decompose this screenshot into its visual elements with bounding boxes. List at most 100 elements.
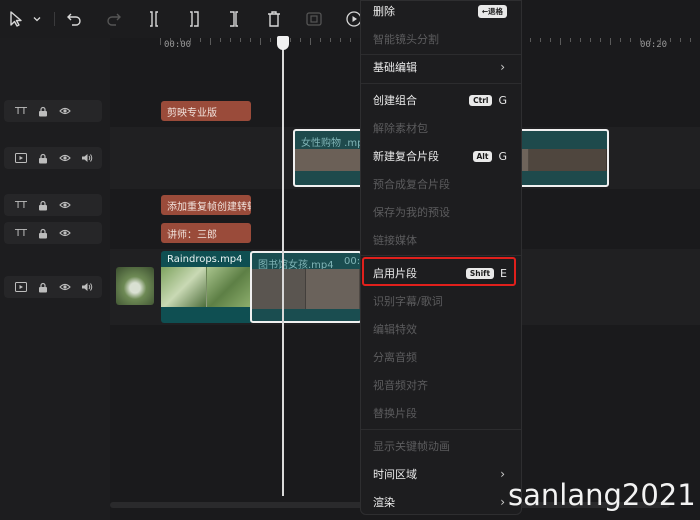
shortcut-mod: Ctrl [469,94,493,106]
select-tool-icon[interactable] [6,8,26,30]
menu-label: 新建复合片段 [373,150,439,163]
ruler-tick [250,38,251,42]
playhead[interactable] [282,38,284,496]
video-track-icon [10,149,32,167]
menu-separator [361,83,521,84]
ruler-tick [540,38,541,42]
chevron-down-icon[interactable] [30,8,44,30]
menu-item-link-media: 链接媒体 [373,234,417,247]
ruler-tick [350,38,351,42]
cover-thumbnail[interactable] [116,267,154,305]
menu-item-time-range[interactable]: 时间区域 › [361,460,521,488]
ruler-tick [240,38,241,42]
eye-icon[interactable] [54,102,76,120]
menu-label: 基础编辑 [373,61,417,74]
text-clip-2[interactable]: 添加重复帧创建转转 [161,195,251,215]
ruler-tick [210,38,211,45]
chevron-right-icon: › [500,467,505,481]
ruler-tick [650,38,651,42]
text-track-icon: TT [14,227,28,239]
ruler-tick [680,38,681,42]
trim-right-icon[interactable] [224,8,244,30]
lock-icon[interactable] [32,102,54,120]
menu-item-new-compound[interactable]: 新建复合片段 Alt G [361,142,521,170]
menu-item-replace-clip: 替换片段 [373,407,417,420]
ruler-tick [620,38,621,42]
ruler-tick [230,38,231,42]
ruler-tick [170,38,171,42]
shortcut-key: G [498,93,507,107]
shortcut-badge: ←退格 [477,4,507,18]
ruler-tick [590,38,591,42]
undo-icon[interactable] [64,8,84,30]
menu-separator [361,429,521,430]
timeline-toolbar [0,0,365,38]
speaker-icon[interactable] [76,278,98,296]
menu-item-create-group[interactable]: 创建组合 Ctrl G [361,86,521,114]
ruler-tick [670,38,671,42]
ruler-tick [270,38,271,42]
menu-item-edit-effects: 编辑特效 [373,323,417,336]
menu-item-av-align: 视音频对齐 [373,379,428,392]
ruler-tick [660,38,661,45]
text-track-icon: TT [14,105,28,117]
menu-item-ungroup: 解除素材包 [373,122,428,135]
ruler-tick [610,38,611,45]
ruler-label-20s: 00:20 [640,40,668,50]
ruler-tick [300,38,301,42]
ruler-tick [690,38,691,42]
eye-icon[interactable] [54,149,76,167]
video-track-icon [10,278,32,296]
menu-item-delete[interactable]: 删除 ←退格 [361,0,521,25]
chevron-right-icon: › [500,495,505,509]
track-header-main [4,276,102,298]
shortcut-key: G [498,149,507,163]
clip-name: Raindrops.mp4 [167,254,243,265]
ruler-tick [640,38,641,42]
text-clip-3[interactable]: 讲师：三郎 [161,223,251,243]
ruler-tick [330,38,331,42]
lock-icon[interactable] [32,196,54,214]
highlight-box [362,257,516,286]
main-clip-raindrops[interactable]: Raindrops.mp4 [161,251,253,323]
chevron-right-icon: › [500,60,505,74]
text-track-icon: TT [14,199,28,211]
ruler-tick [260,38,261,45]
eye-icon[interactable] [54,196,76,214]
trim-left-icon[interactable] [184,8,204,30]
eye-icon[interactable] [54,224,76,242]
menu-item-render[interactable]: 渲染 › [361,488,521,516]
watermark-text: sanlang2021 [508,478,696,512]
delete-icon[interactable] [264,8,284,30]
toolbar-divider [54,12,55,26]
lock-icon[interactable] [32,149,54,167]
ruler-tick [340,38,341,42]
ruler-tick [580,38,581,42]
menu-label: 渲染 [373,496,395,509]
menu-item-basic-edit[interactable]: 基础编辑 › [361,53,521,81]
freeze-frame-icon[interactable] [304,8,324,30]
eye-icon[interactable] [54,278,76,296]
text-clip-1[interactable]: 剪映专业版 [161,101,251,121]
menu-separator [361,255,521,256]
speaker-icon[interactable] [76,149,98,167]
ruler-tick [550,38,551,42]
playhead-handle[interactable] [277,36,289,50]
lock-icon[interactable] [32,278,54,296]
track-header-text-2: TT [4,194,102,216]
menu-item-save-preset: 保存为我的预设 [373,206,450,219]
menu-label: 删除 [373,5,395,18]
menu-label: 创建组合 [373,94,417,107]
main-clip-library[interactable]: 图书馆女孩.mp4 00:0 [250,251,362,323]
split-icon[interactable] [144,8,164,30]
ruler-tick [530,38,531,42]
menu-item-smart-split: 智能镜头分割 [373,33,439,46]
ruler-tick [160,38,161,45]
ruler-tick [600,38,601,42]
shortcut-mod: Alt [472,150,493,162]
track-header-video-1 [4,147,102,169]
lock-icon[interactable] [32,224,54,242]
redo-icon[interactable] [104,8,124,30]
ruler-tick [560,38,561,45]
ruler-label-start: 00:00 [164,40,192,50]
